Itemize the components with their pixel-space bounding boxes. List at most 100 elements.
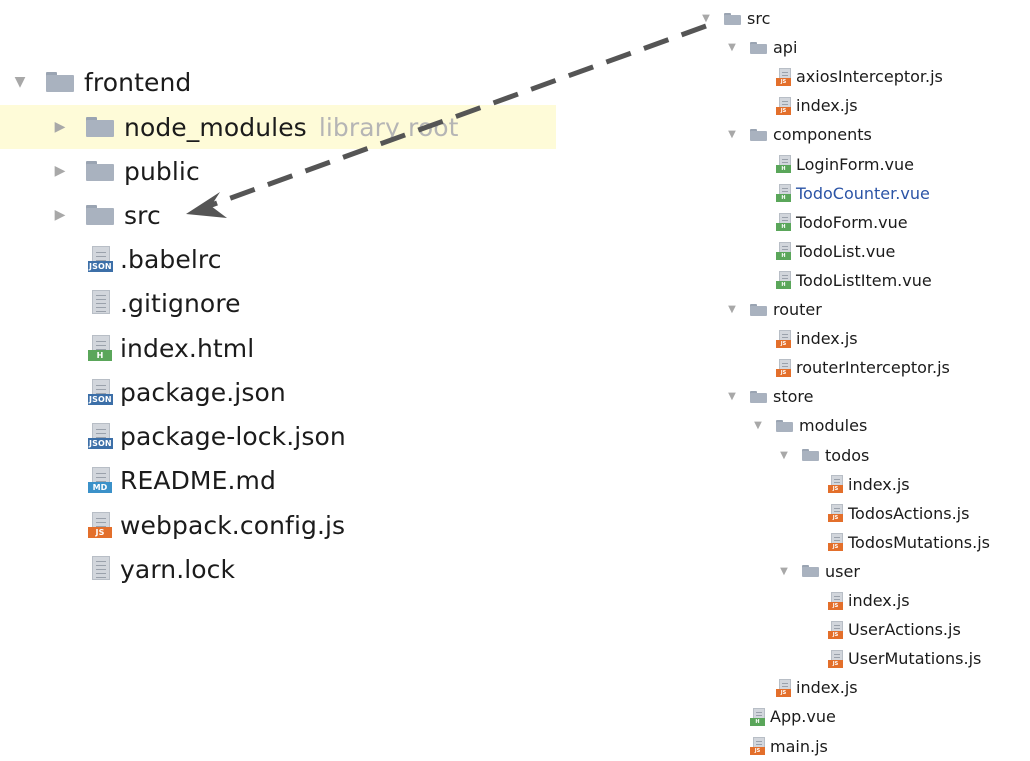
- tree-file-row[interactable]: JS axiosInterceptor.js: [776, 62, 943, 91]
- folder-icon: [86, 205, 114, 225]
- tree-file-row[interactable]: JS main.js: [750, 732, 828, 761]
- js-file-icon: JS: [828, 591, 844, 610]
- tree-item-label: public: [124, 156, 200, 186]
- folder-icon: [750, 128, 767, 141]
- tree-item-label: modules: [799, 416, 868, 436]
- tree-item-webpack-config[interactable]: JS webpack.config.js: [88, 503, 345, 547]
- tree-item-label: index.js: [848, 474, 910, 494]
- folder-icon: [86, 161, 114, 181]
- folder-icon: [750, 41, 767, 54]
- folder-icon: [802, 565, 819, 578]
- tree-file-row[interactable]: JS index.js: [828, 470, 910, 499]
- tree-item-label: LoginForm.vue: [796, 154, 915, 174]
- tree-item-public[interactable]: ▶ public: [52, 149, 200, 193]
- expand-arrow-icon[interactable]: ▼: [726, 129, 738, 141]
- js-file-icon: JS: [776, 678, 792, 697]
- tree-folder-row[interactable]: ▼ router: [726, 295, 822, 324]
- tree-item-label: TodoForm.vue: [796, 212, 908, 232]
- tree-folder-row[interactable]: ▼ src: [700, 4, 770, 33]
- tree-item-label: index.js: [796, 96, 858, 116]
- tree-file-row[interactable]: JS UserMutations.js: [828, 644, 981, 673]
- tree-item-label: src: [747, 9, 771, 28]
- tree-folder-row[interactable]: ▼ user: [778, 557, 860, 586]
- tree-item-label: UserActions.js: [848, 620, 961, 640]
- vue-file-icon: H: [776, 184, 792, 203]
- js-file-icon: JS: [88, 512, 112, 538]
- tree-item-babelrc[interactable]: JSON .babelrc: [88, 237, 222, 281]
- vue-file-icon: H: [776, 155, 792, 173]
- tree-file-row[interactable]: JS TodosActions.js: [828, 499, 969, 528]
- tree-item-label: UserMutations.js: [848, 649, 982, 669]
- folder-icon: [750, 303, 767, 316]
- expand-arrow-icon[interactable]: ▼: [752, 420, 764, 432]
- tree-file-row[interactable]: JS TodosMutations.js: [828, 528, 990, 557]
- tree-file-row[interactable]: H TodoList.vue: [776, 237, 895, 266]
- tree-item-package-json[interactable]: JSON package.json: [88, 370, 286, 414]
- collapse-arrow-icon[interactable]: ▶: [52, 163, 68, 179]
- tree-item-label: package-lock.json: [120, 421, 346, 451]
- tree-item-label: routerInterceptor.js: [796, 358, 950, 378]
- tree-item-gitignore[interactable]: .gitignore: [88, 281, 241, 325]
- tree-item-label: index.js: [848, 591, 910, 610]
- tree-file-row[interactable]: JS index.js: [776, 673, 858, 702]
- vue-file-icon: H: [776, 213, 792, 232]
- tree-item-label: node_modules: [124, 112, 307, 142]
- expand-arrow-icon[interactable]: ▼: [726, 304, 738, 316]
- tree-file-row[interactable]: H TodoListItem.vue: [776, 266, 932, 295]
- folder-icon: [724, 12, 741, 25]
- tree-item-label: main.js: [770, 736, 828, 756]
- tree-file-row[interactable]: JS routerInterceptor.js: [776, 353, 950, 382]
- tree-file-row[interactable]: H TodoForm.vue: [776, 208, 908, 237]
- tree-file-row[interactable]: JS index.js: [776, 91, 858, 120]
- json-file-icon: JSON: [88, 246, 113, 272]
- vue-file-icon: H: [776, 271, 792, 290]
- collapse-arrow-icon[interactable]: ▶: [52, 207, 68, 223]
- tree-item-node-modules[interactable]: ▶ node_modules library root: [0, 105, 556, 149]
- vue-file-icon: H: [750, 707, 766, 726]
- tree-item-label: store: [773, 387, 814, 407]
- markdown-file-icon: MD: [88, 467, 112, 493]
- tree-file-row[interactable]: H TodoCounter.vue: [776, 179, 930, 208]
- tree-item-label: index.js: [796, 678, 858, 698]
- tree-folder-row[interactable]: ▼ store: [726, 382, 813, 411]
- expand-arrow-icon[interactable]: ▼: [778, 449, 790, 461]
- tree-folder-row[interactable]: ▼ components: [726, 120, 872, 149]
- js-file-icon: JS: [828, 533, 844, 552]
- js-file-icon: JS: [776, 358, 792, 377]
- tree-file-row[interactable]: JS index.js: [828, 586, 910, 615]
- vue-file-icon: H: [776, 242, 792, 261]
- tree-item-yarn-lock[interactable]: yarn.lock: [88, 547, 235, 591]
- expand-arrow-icon[interactable]: ▼: [12, 74, 28, 90]
- tree-file-row[interactable]: JS UserActions.js: [828, 615, 961, 644]
- tree-file-row[interactable]: JS index.js: [776, 324, 858, 353]
- tree-item-readme[interactable]: MD README.md: [88, 458, 276, 502]
- folder-icon: [46, 72, 74, 92]
- tree-item-label: components: [773, 125, 872, 145]
- tree-item-package-lock-json[interactable]: JSON package-lock.json: [88, 414, 346, 458]
- expand-arrow-icon[interactable]: ▼: [726, 42, 738, 54]
- tree-item-label: axiosInterceptor.js: [796, 67, 943, 87]
- tree-folder-row[interactable]: ▼ modules: [752, 411, 867, 440]
- tree-item-label: README.md: [120, 465, 276, 495]
- library-root-hint: library root: [318, 112, 459, 142]
- tree-item-label: api: [773, 38, 798, 58]
- tree-item-label: .gitignore: [120, 288, 241, 318]
- tree-item-index-html[interactable]: H index.html: [88, 326, 254, 370]
- tree-item-label: src: [124, 200, 161, 230]
- tree-folder-row[interactable]: ▼ api: [726, 33, 797, 62]
- tree-item-label: TodosMutations.js: [848, 532, 990, 552]
- collapse-arrow-icon[interactable]: ▶: [52, 119, 68, 135]
- tree-item-label: TodoListItem.vue: [796, 270, 932, 290]
- tree-item-src[interactable]: ▶ src: [52, 193, 161, 237]
- tree-root-frontend[interactable]: ▼ frontend: [12, 60, 192, 104]
- expand-arrow-icon[interactable]: ▼: [778, 565, 790, 577]
- expand-arrow-icon[interactable]: ▼: [700, 13, 712, 25]
- tree-file-row[interactable]: H LoginForm.vue: [776, 150, 914, 179]
- tree-file-row[interactable]: H App.vue: [750, 702, 836, 731]
- js-file-icon: JS: [828, 504, 844, 523]
- html-file-icon: H: [88, 335, 112, 361]
- js-file-icon: JS: [828, 475, 844, 494]
- tree-item-label: .babelrc: [120, 244, 222, 274]
- expand-arrow-icon[interactable]: ▼: [726, 391, 738, 403]
- tree-folder-row[interactable]: ▼ todos: [778, 441, 869, 470]
